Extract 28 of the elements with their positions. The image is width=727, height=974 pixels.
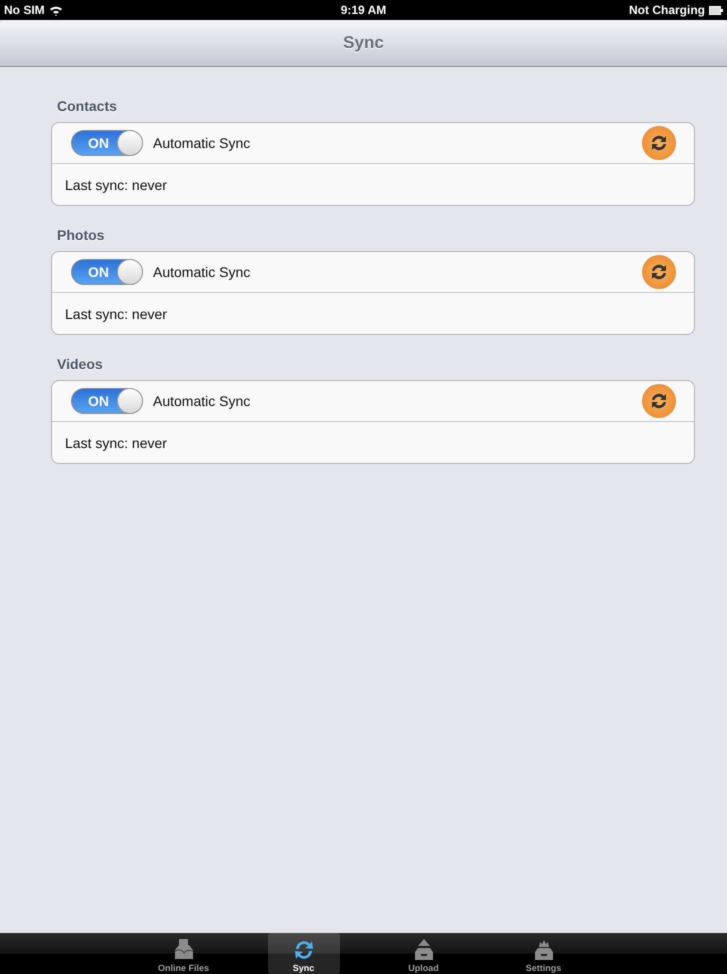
battery-icon	[709, 6, 723, 14]
tab-item[interactable]: Upload	[388, 933, 460, 974]
tab-item[interactable]: Settings	[508, 933, 580, 974]
sync-now-button[interactable]	[642, 255, 676, 289]
settings-icon	[532, 938, 554, 962]
section-header: Photos	[57, 227, 106, 243]
last-sync-text: Last sync: never	[65, 176, 167, 192]
tab-item[interactable]: Online Files	[148, 933, 220, 974]
clock-text: 9:19 AM	[340, 3, 386, 17]
last-sync-text: Last sync: never	[65, 306, 167, 322]
sync-arrows-icon	[649, 262, 669, 282]
battery-status-text: Not Charging	[629, 3, 705, 17]
inbox-tray-icon	[172, 938, 194, 962]
setting-label: Automatic Sync	[153, 264, 252, 280]
section-header: Videos	[57, 356, 104, 372]
tab-item[interactable]: Sync	[268, 933, 340, 974]
section-header: Contacts	[57, 98, 118, 114]
wifi-icon	[48, 4, 63, 16]
nav-title: Sync	[343, 33, 384, 53]
setting-label: Automatic Sync	[153, 135, 252, 151]
sync-now-button[interactable]	[642, 384, 676, 418]
upload-tray-icon	[412, 938, 434, 962]
sync-now-button[interactable]	[642, 126, 676, 160]
carrier-text: No SIM	[4, 3, 45, 17]
last-sync-text: Last sync: never	[65, 434, 167, 450]
setting-label: Automatic Sync	[153, 393, 252, 409]
sync-arrows-icon	[649, 391, 669, 411]
sync-arrows-icon	[649, 133, 669, 153]
